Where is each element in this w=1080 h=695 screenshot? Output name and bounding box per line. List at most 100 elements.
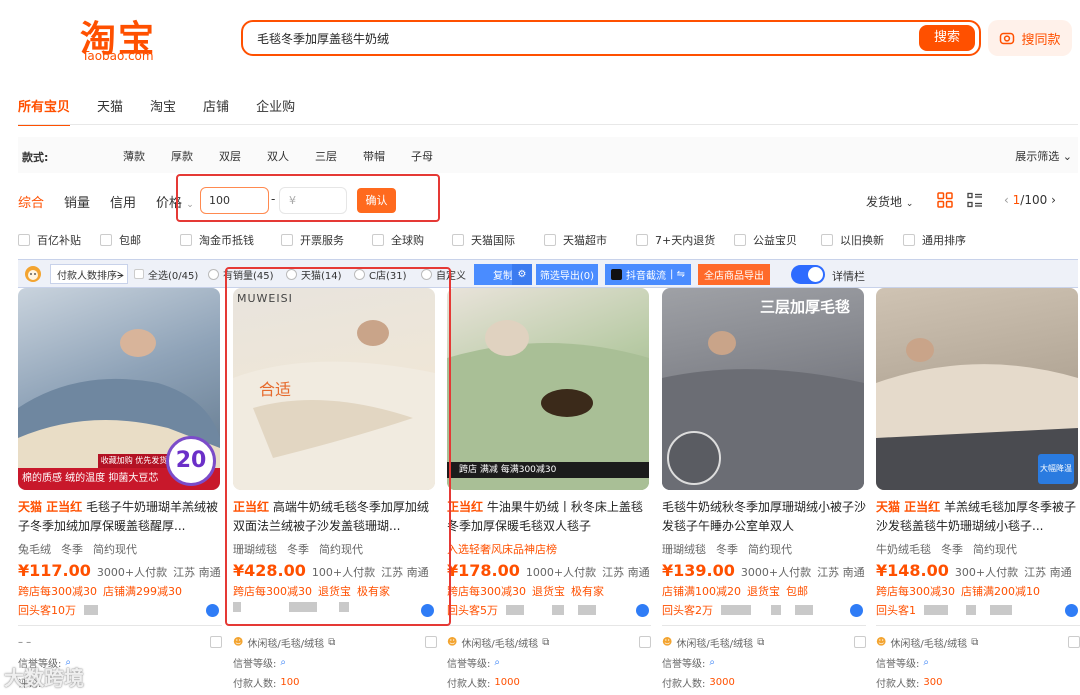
service-filter[interactable]: 百亿补贴: [18, 232, 100, 248]
checkbox[interactable]: [1068, 636, 1080, 648]
checkbox[interactable]: [544, 234, 556, 246]
product-image[interactable]: 跨店 满减 每满300减30: [447, 288, 649, 490]
checkbox[interactable]: [854, 636, 866, 648]
settings-icon[interactable]: ⚙: [512, 264, 532, 285]
style-option[interactable]: 厚款: [171, 148, 193, 164]
repeat-customers: 回头客5万: [447, 604, 498, 617]
search-input[interactable]: 毛毯冬季加厚盖毯牛奶绒: [257, 30, 389, 47]
chat-icon[interactable]: [206, 604, 219, 617]
product-title[interactable]: 天猫 正当红 毛毯子牛奶珊瑚羊羔绒被子冬季加绒加厚保暖盖毯醒厚...: [18, 498, 222, 536]
list-view-icon[interactable]: [967, 192, 983, 208]
service-filter[interactable]: 天猫国际: [452, 232, 544, 248]
sort-default[interactable]: 综合: [18, 192, 44, 211]
service-filter[interactable]: 7+天内退货: [636, 232, 734, 248]
chat-icon[interactable]: [636, 604, 649, 617]
checkbox[interactable]: [210, 636, 222, 648]
prev-page-icon[interactable]: ‹: [1004, 193, 1009, 207]
sold-count: 300+人付款: [954, 566, 1019, 579]
checkbox[interactable]: [636, 234, 648, 246]
search-icon[interactable]: ⌕: [709, 657, 715, 668]
watermark: 大数跨境: [4, 666, 84, 690]
style-option[interactable]: 双层: [219, 148, 241, 164]
service-filter[interactable]: 天猫超市: [544, 232, 636, 248]
store-info: ☻ 休闲毯/毛毯/绒毯 ⧉ 信誉等级: ⌕ 付款人数: 100: [233, 625, 437, 695]
product-price: ¥178.00: [447, 561, 520, 580]
checkbox[interactable]: [100, 234, 112, 246]
sort-sales[interactable]: 销量: [64, 192, 90, 211]
service-filter[interactable]: 通用排序: [903, 232, 983, 248]
location: 江苏 南通: [817, 566, 865, 579]
sort-bar: 综合 销量 信用 价格 ⌄: [18, 192, 194, 211]
product-card[interactable]: 跨店 满减 每满300减30 正当红 牛油果牛奶绒丨秋冬床上盖毯冬季加厚保暖毛毯…: [447, 288, 651, 618]
grid-view-icon[interactable]: [937, 192, 953, 208]
filter-export-button[interactable]: 筛选导出(0): [536, 264, 598, 285]
product-price: ¥148.00: [876, 561, 949, 580]
detail-toggle[interactable]: [791, 265, 825, 284]
product-card[interactable]: 三层加厚毛毯 毛毯牛奶绒秋冬季加厚珊瑚绒小被子沙发毯子午睡办公室单双人 珊瑚绒毯…: [662, 288, 866, 618]
store-info: ☻ 休闲毯/毛毯/绒毯 ⧉ 信誉等级: ⌕ 付款人数: 3000: [662, 625, 866, 695]
style-option[interactable]: 薄款: [123, 148, 145, 164]
shop-avatar-icon: ☻: [876, 636, 887, 648]
search-icon[interactable]: ⌕: [280, 657, 286, 668]
same-style-button[interactable]: 搜同款: [988, 20, 1072, 56]
style-option[interactable]: 双人: [267, 148, 289, 164]
search-icon[interactable]: ⌕: [494, 657, 500, 668]
style-option[interactable]: 三层: [315, 148, 337, 164]
search-icon[interactable]: ⌕: [923, 657, 929, 668]
product-title[interactable]: 天猫 正当红 羊羔绒毛毯加厚冬季被子沙发毯盖毯牛奶珊瑚绒小毯子...: [876, 498, 1080, 536]
detail-label: 详情栏: [832, 270, 865, 283]
tab-taobao[interactable]: 淘宝: [150, 96, 176, 115]
product-image[interactable]: 大幅降温: [876, 288, 1078, 490]
divider: [18, 124, 1078, 125]
product-title[interactable]: 毛毯牛奶绒秋冬季加厚珊瑚绒小被子沙发毯子午睡办公室单双人: [662, 498, 866, 536]
checkbox[interactable]: [734, 234, 746, 246]
repeat-customers: 回头客1: [876, 604, 916, 617]
checkbox[interactable]: [821, 234, 833, 246]
product-image[interactable]: 棉的质感 绒的温度 抑菌大豆芯 收藏加购 优先发货 20: [18, 288, 220, 490]
style-option[interactable]: 带帽: [363, 148, 385, 164]
product-title[interactable]: 正当红 牛油果牛奶绒丨秋冬床上盖毯冬季加厚保暖毛毯双人毯子: [447, 498, 651, 536]
tab-tmall[interactable]: 天猫: [97, 96, 123, 115]
plugin-avatar-icon[interactable]: [24, 265, 42, 283]
tab-all[interactable]: 所有宝贝: [18, 96, 71, 126]
image-badge-top: 收藏加购 优先发货: [98, 454, 170, 468]
checkbox[interactable]: [452, 234, 464, 246]
checkbox[interactable]: [281, 234, 293, 246]
select-all-checkbox[interactable]: 全选(0/45): [134, 264, 198, 284]
tab-shops[interactable]: 店铺: [203, 96, 229, 115]
sort-select[interactable]: 付款人数排序ᗒ: [50, 264, 128, 284]
chat-icon[interactable]: [850, 604, 863, 617]
product-image[interactable]: 三层加厚毛毯: [662, 288, 864, 490]
style-option[interactable]: 子母: [411, 148, 433, 164]
checkbox[interactable]: [903, 234, 915, 246]
service-filter[interactable]: 开票服务: [281, 232, 372, 248]
promo: 跨店每300减30: [876, 585, 955, 598]
all-export-button[interactable]: 全店商品导出: [698, 264, 770, 285]
product-attrs: 珊瑚绒毯 冬季 简约现代: [662, 543, 792, 556]
search-box[interactable]: 毛毯冬季加厚盖毯牛奶绒 搜索: [241, 20, 981, 56]
search-button[interactable]: 搜索: [919, 25, 975, 51]
location: 江苏 南通: [173, 566, 221, 579]
annotation-box-product: [225, 267, 451, 626]
checkbox[interactable]: [18, 234, 30, 246]
service-filter[interactable]: 全球购: [372, 232, 452, 248]
next-page-icon[interactable]: ›: [1051, 193, 1056, 207]
tab-enterprise[interactable]: 企业购: [256, 96, 295, 115]
service-filter[interactable]: 公益宝贝: [734, 232, 821, 248]
sort-credit[interactable]: 信用: [110, 192, 136, 211]
service-filter[interactable]: 包邮: [100, 232, 180, 248]
service-filter[interactable]: 淘金币抵钱: [180, 232, 281, 248]
expand-filter-button[interactable]: 展示筛选 ⌄: [1015, 148, 1072, 164]
service-filter[interactable]: 以旧换新: [821, 232, 903, 248]
location: 江苏 南通: [602, 566, 650, 579]
origin-filter[interactable]: 发货地 ⌄: [866, 193, 913, 210]
checkbox[interactable]: [425, 636, 437, 648]
checkbox[interactable]: [180, 234, 192, 246]
product-card[interactable]: 棉的质感 绒的温度 抑菌大豆芯 收藏加购 优先发货 20 天猫 正当红 毛毯子牛…: [18, 288, 222, 618]
checkbox[interactable]: [639, 636, 651, 648]
product-card[interactable]: 大幅降温 天猫 正当红 羊羔绒毛毯加厚冬季被子沙发毯盖毯牛奶珊瑚绒小毯子... …: [876, 288, 1080, 618]
location: 江苏 南通: [1024, 566, 1072, 579]
chat-icon[interactable]: [1065, 604, 1078, 617]
douyin-button[interactable]: 抖音截流 | ⇋: [605, 264, 691, 285]
checkbox[interactable]: [372, 234, 384, 246]
